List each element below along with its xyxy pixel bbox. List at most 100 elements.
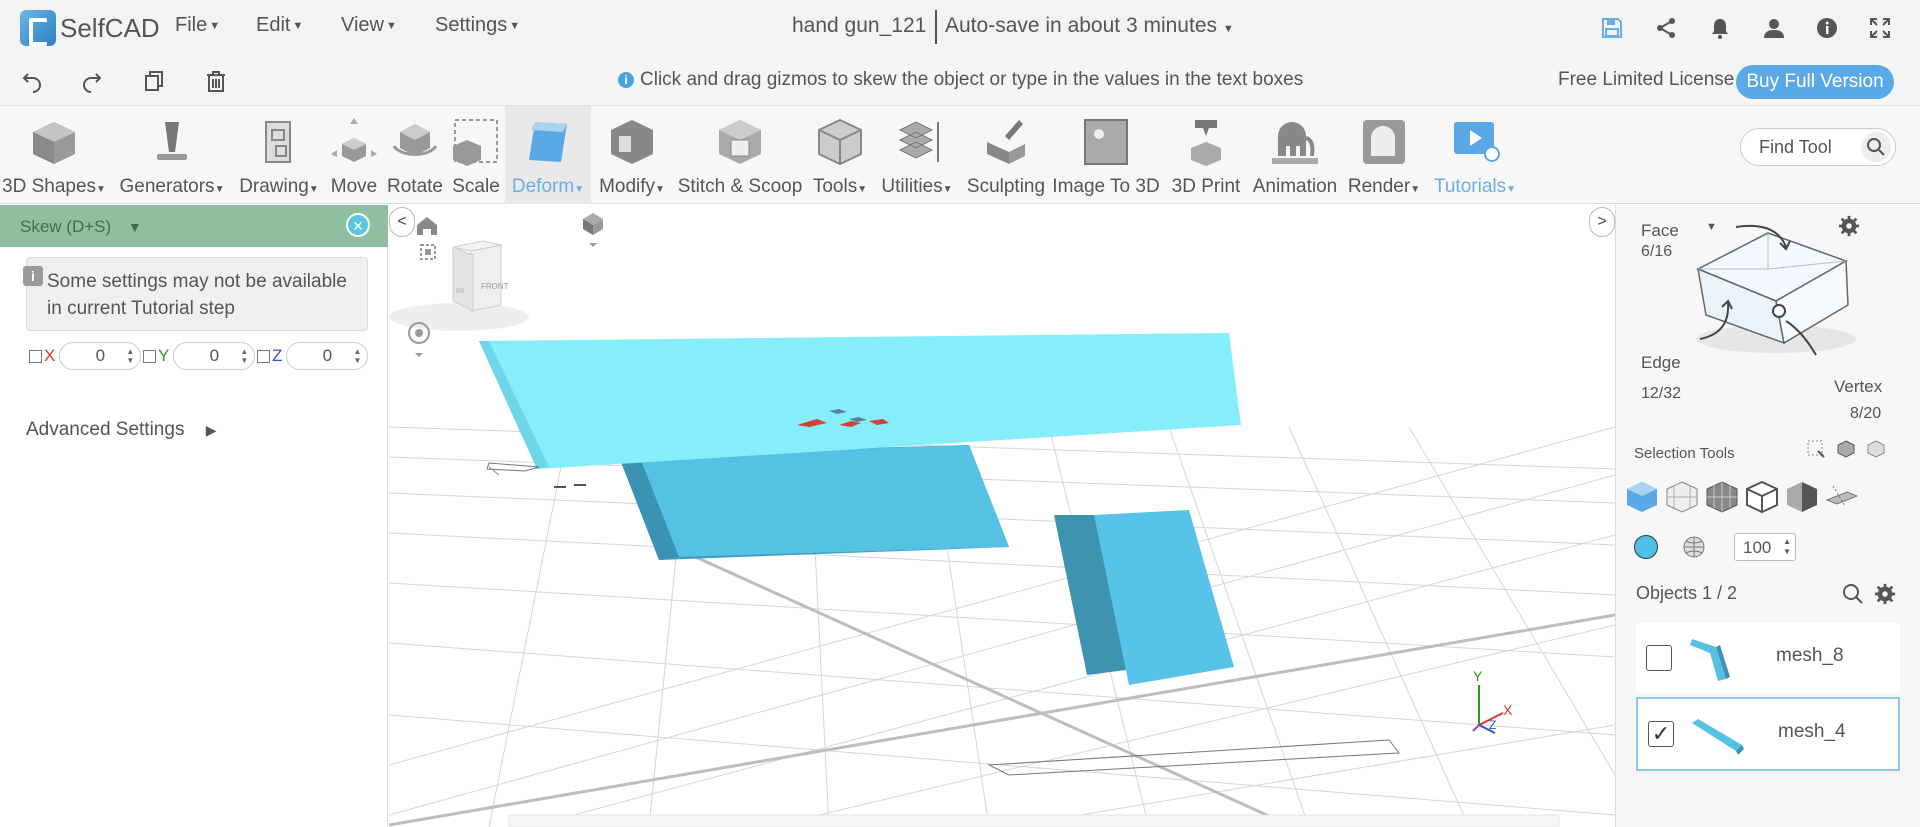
tool-modify[interactable]: Modify▼: [594, 106, 670, 204]
color-selector[interactable]: [1634, 535, 1658, 559]
share-icon[interactable]: [1652, 14, 1680, 42]
sphere-brush-icon[interactable]: [1682, 535, 1706, 564]
tool-rotate[interactable]: Rotate: [384, 106, 446, 204]
menu-file[interactable]: File ▼: [175, 14, 220, 37]
tool-utilities[interactable]: Utilities▼: [874, 106, 960, 204]
menu-edit-label: Edit: [256, 14, 291, 36]
tool-label: Rotate: [387, 176, 443, 197]
edge-mode-label[interactable]: Edge: [1641, 353, 1681, 373]
home-icon[interactable]: [417, 217, 437, 235]
save-icon[interactable]: [1598, 14, 1626, 42]
tool-image-to-3d[interactable]: Image To 3D: [1052, 106, 1160, 204]
fit-view-icon[interactable]: [420, 244, 436, 260]
search-icon[interactable]: [1861, 132, 1891, 162]
brush-size-input[interactable]: 100 ▲ ▼: [1734, 533, 1796, 561]
select-object-icon[interactable]: [1625, 480, 1659, 514]
object-row-mesh-8[interactable]: mesh_8: [1636, 623, 1900, 693]
user-icon[interactable]: [1760, 14, 1788, 42]
selection-panel: Face ▼ 6/16 Edge 12/32 Vertex 8/20 Selec…: [1615, 205, 1920, 827]
object-visibility-checkbox[interactable]: [1646, 645, 1672, 671]
selection-tools-label: Selection Tools: [1634, 445, 1735, 462]
search-icon[interactable]: [1842, 583, 1864, 610]
select-faces-icon[interactable]: [1665, 480, 1699, 514]
object-visibility-checkbox[interactable]: ✓: [1648, 721, 1674, 747]
x-axis-label: X: [44, 346, 56, 365]
z-axis-checkbox[interactable]: [257, 349, 270, 363]
y-axis-checkbox[interactable]: [143, 349, 156, 363]
tool-3d-shapes[interactable]: 3D Shapes▼: [0, 106, 108, 204]
select-all-cube-icon[interactable]: [1866, 439, 1886, 464]
collapse-right-panel-button[interactable]: >: [1589, 207, 1615, 237]
timeline-bar[interactable]: [508, 814, 1560, 827]
x-value-input[interactable]: 0 ▲ ▼: [59, 342, 142, 370]
select-mesh-icon[interactable]: [1705, 480, 1739, 514]
tool-animation[interactable]: Animation: [1248, 106, 1342, 204]
title-separator: [935, 10, 937, 44]
tool-generators[interactable]: Generators▼: [114, 106, 230, 204]
tool-move[interactable]: Move: [326, 106, 382, 204]
trash-icon[interactable]: [202, 67, 230, 95]
3d-viewport[interactable]: FRONT ER Y X Z < >: [389, 205, 1615, 827]
tool-label: Tutorials: [1433, 176, 1507, 197]
scene-canvas: FRONT ER Y X Z: [389, 213, 1615, 827]
project-title[interactable]: hand gun_121: [792, 14, 926, 38]
copy-icon[interactable]: [140, 67, 168, 95]
y-value-input[interactable]: 0 ▲ ▼: [173, 342, 256, 370]
spinner-icon[interactable]: ▲ ▼: [240, 347, 248, 365]
find-tool-input[interactable]: Find Tool: [1740, 128, 1896, 166]
top-bar: SelfCAD File ▼ Edit ▼ View ▼ Settings ▼ hand…: [0, 0, 1920, 56]
menu-edit[interactable]: Edit ▼: [256, 14, 303, 37]
camera-mode-icon[interactable]: [583, 213, 603, 247]
caret-down-icon: ▼: [386, 19, 397, 32]
spinner-icon[interactable]: ▲ ▼: [1783, 537, 1791, 557]
spinner-icon[interactable]: ▲ ▼: [126, 347, 134, 365]
collapse-left-panel-button[interactable]: <: [389, 207, 415, 237]
tool-sculpting[interactable]: Sculpting: [962, 106, 1050, 204]
menu-view[interactable]: View ▼: [341, 14, 397, 37]
skew-panel-title: Skew (D+S): [20, 217, 112, 236]
skew-panel-header: Skew (D+S) ▼ ×: [0, 205, 388, 247]
select-cube-icon[interactable]: [1836, 439, 1856, 464]
vertex-mode-label[interactable]: Vertex: [1834, 377, 1882, 397]
tool-deform[interactable]: Deform▼: [505, 106, 591, 204]
tool-tutorials[interactable]: Tutorials▼: [1428, 106, 1522, 204]
edge-count: 12/32: [1641, 385, 1682, 402]
menu-settings[interactable]: Settings ▼: [435, 14, 520, 37]
menu-file-label: File: [175, 14, 208, 36]
tool-tools[interactable]: Tools▼: [810, 106, 870, 204]
tool-label: Deform: [511, 176, 575, 197]
tool-drawing[interactable]: Drawing▼: [234, 106, 324, 204]
view-cube[interactable]: FRONT ER: [389, 240, 529, 331]
close-icon[interactable]: ×: [346, 213, 370, 237]
tool-label: Sculpting: [966, 176, 1046, 197]
tool-stitch-scoop[interactable]: Stitch & Scoop: [674, 106, 806, 204]
x-value: 0: [95, 346, 106, 365]
buy-full-version-button[interactable]: Buy Full Version: [1736, 65, 1894, 99]
tool-3d-print[interactable]: 3D Print: [1166, 106, 1246, 204]
tool-render[interactable]: Render▼: [1344, 106, 1424, 204]
object-row-mesh-4[interactable]: ✓ mesh_4: [1636, 697, 1900, 771]
select-plane-icon[interactable]: [1825, 480, 1859, 514]
box-select-icon[interactable]: [1806, 439, 1826, 464]
select-half-icon[interactable]: [1785, 480, 1819, 514]
mesh-8-thumbnail: [1690, 639, 1730, 681]
tool-label: Drawing: [239, 176, 309, 197]
undo-icon[interactable]: [18, 67, 46, 95]
info-icon[interactable]: [1813, 14, 1841, 42]
fullscreen-icon[interactable]: [1866, 14, 1894, 42]
redo-icon[interactable]: [78, 67, 106, 95]
autosave-status[interactable]: Auto-save in about 3 minutes ▼: [945, 14, 1234, 38]
gear-icon[interactable]: [1874, 583, 1896, 610]
face-mode-label[interactable]: Face: [1641, 221, 1679, 241]
select-wire-icon[interactable]: [1745, 480, 1779, 514]
chevron-down-icon[interactable]: ▼: [128, 219, 142, 235]
hint-text: Click and drag gizmos to skew the object…: [640, 69, 1304, 90]
selfcad-logo[interactable]: SelfCAD: [20, 8, 160, 48]
advanced-settings-toggle[interactable]: Advanced Settings ▶: [26, 419, 217, 441]
tool-scale[interactable]: Scale: [448, 106, 504, 204]
z-value-input[interactable]: 0 ▲ ▼: [286, 342, 369, 370]
spinner-icon[interactable]: ▲ ▼: [353, 347, 361, 365]
x-axis-checkbox[interactable]: [29, 349, 42, 363]
tool-label: Utilities: [881, 176, 943, 197]
bell-icon[interactable]: [1706, 14, 1734, 42]
